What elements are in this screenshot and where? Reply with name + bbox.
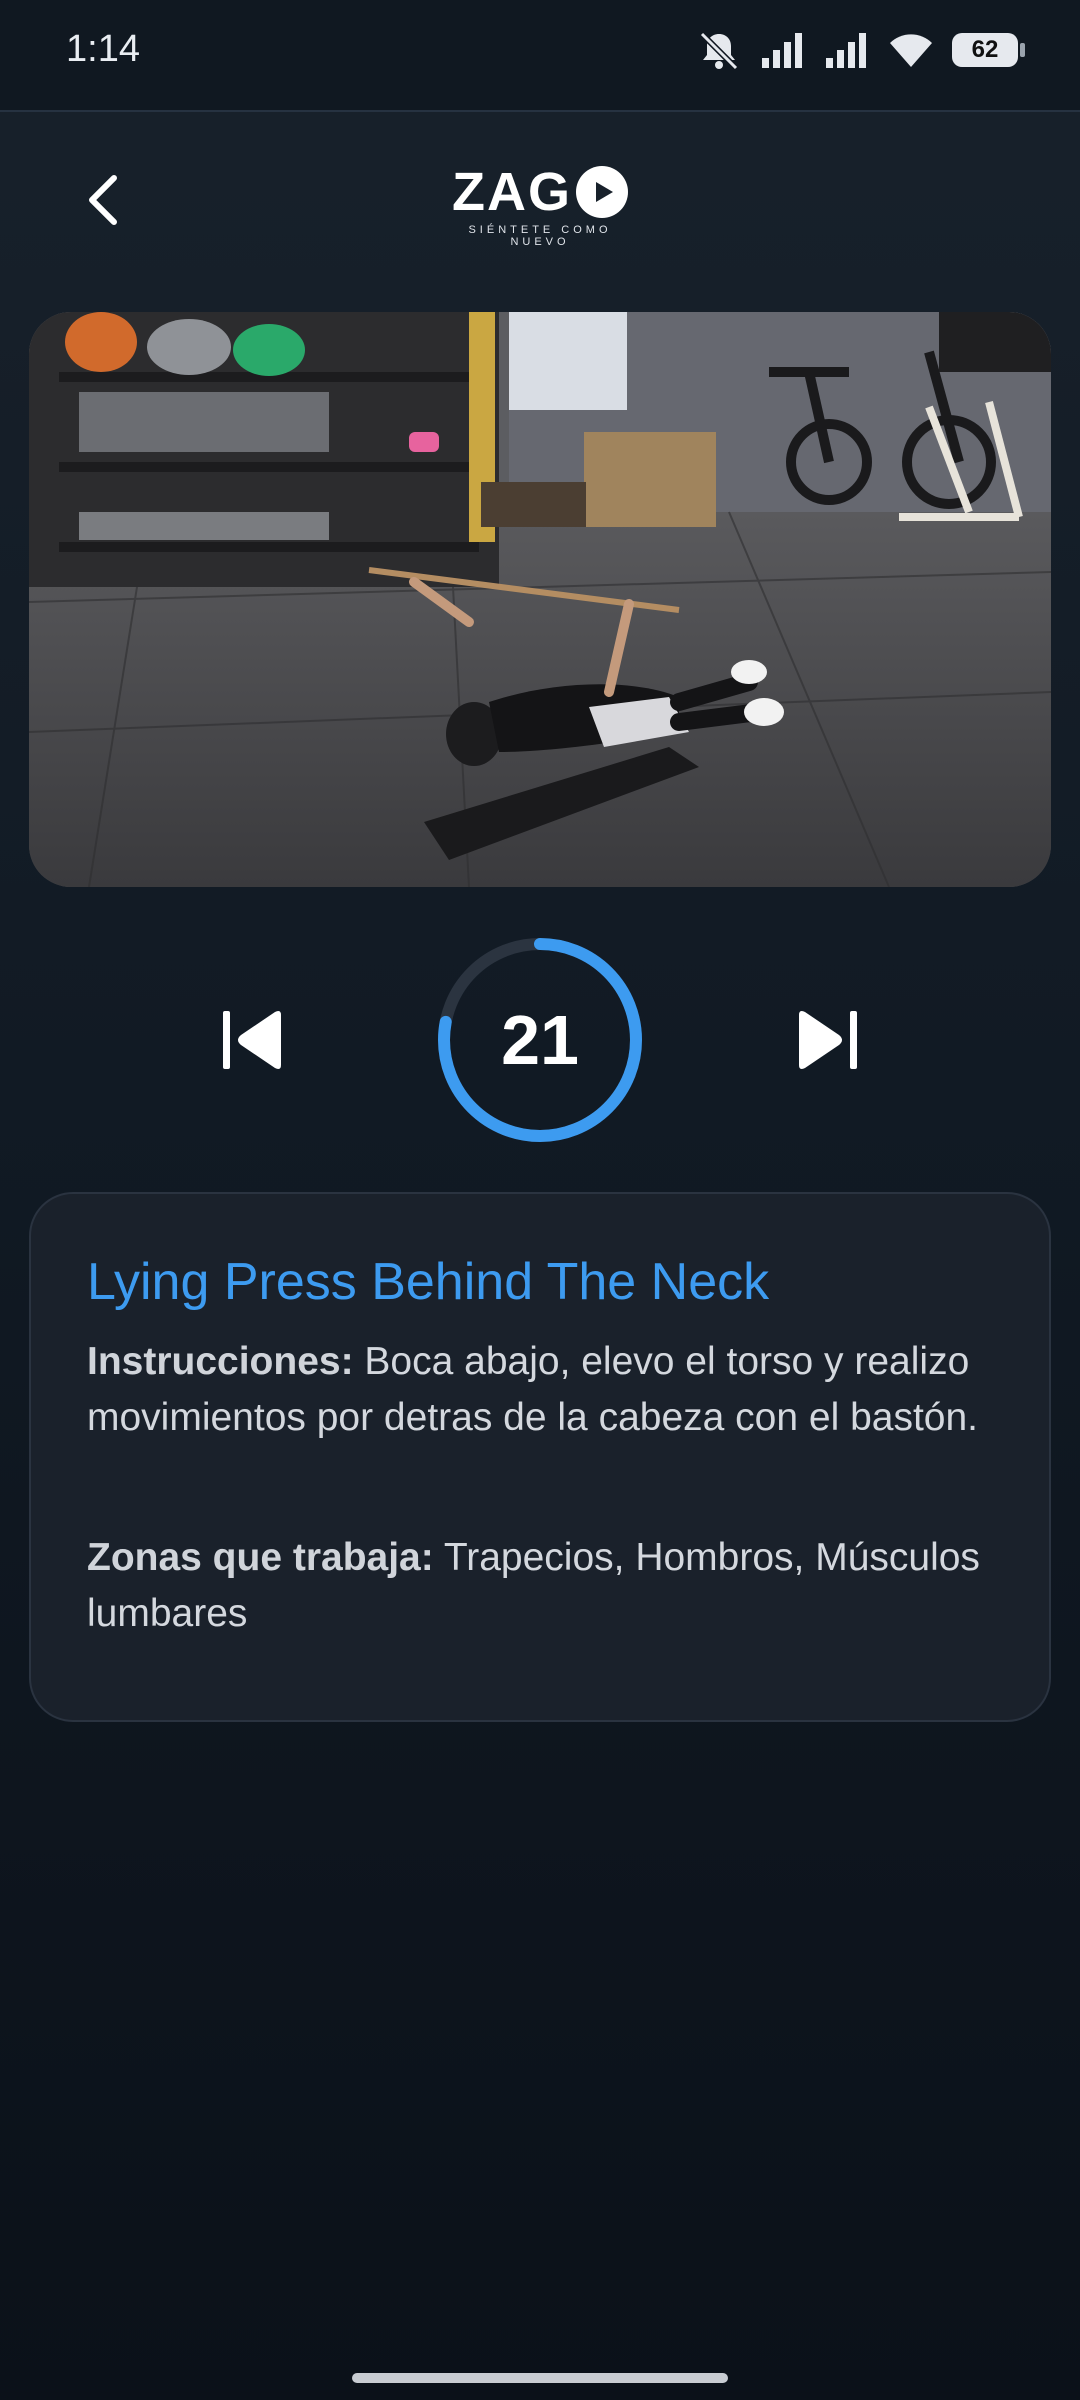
- instructions-label: Instrucciones:: [87, 1340, 354, 1383]
- back-button[interactable]: [72, 168, 136, 232]
- exercise-title: Lying Press Behind The Neck: [87, 1253, 770, 1311]
- countdown-timer: 21: [432, 932, 648, 1148]
- previous-exercise-button[interactable]: [216, 1000, 292, 1080]
- logo-tagline: SIÉNTETE COMO NUEVO: [468, 224, 612, 248]
- zago-logo: ZAG SIÉNTETE COMO NUEVO: [438, 162, 642, 248]
- signal-icon: [826, 33, 866, 68]
- exercise-info-card: Lying Press Behind The Neck Instruccione…: [29, 1192, 1051, 1722]
- status-icons: 62: [696, 24, 1025, 76]
- back-arrow-icon: [89, 175, 117, 225]
- video-frame: [29, 312, 1051, 887]
- mute-icon: [699, 31, 739, 71]
- status-time: 1:14: [66, 28, 140, 70]
- skip-next-icon: [799, 1011, 857, 1069]
- battery-icon: 62: [952, 33, 1025, 67]
- header-divider: [0, 110, 1080, 112]
- zones-text: Zonas que trabaja: Trapecios, Hombros, M…: [87, 1530, 1007, 1642]
- status-bar: 1:14 62: [0, 0, 1080, 110]
- wifi-icon: [890, 34, 932, 67]
- logo-text: ZAG: [452, 162, 572, 222]
- next-exercise-button[interactable]: [788, 1000, 864, 1080]
- exercise-video[interactable]: [29, 312, 1051, 887]
- zones-label: Zonas que trabaja:: [87, 1536, 434, 1579]
- battery-level: 62: [971, 36, 999, 63]
- home-indicator[interactable]: [352, 2373, 728, 2383]
- signal-icon: [762, 33, 802, 68]
- skip-previous-icon: [223, 1011, 281, 1069]
- instructions-text: Instrucciones: Boca abajo, elevo el tors…: [87, 1334, 1007, 1446]
- timer-value: 21: [501, 1001, 579, 1079]
- play-icon: [576, 166, 628, 218]
